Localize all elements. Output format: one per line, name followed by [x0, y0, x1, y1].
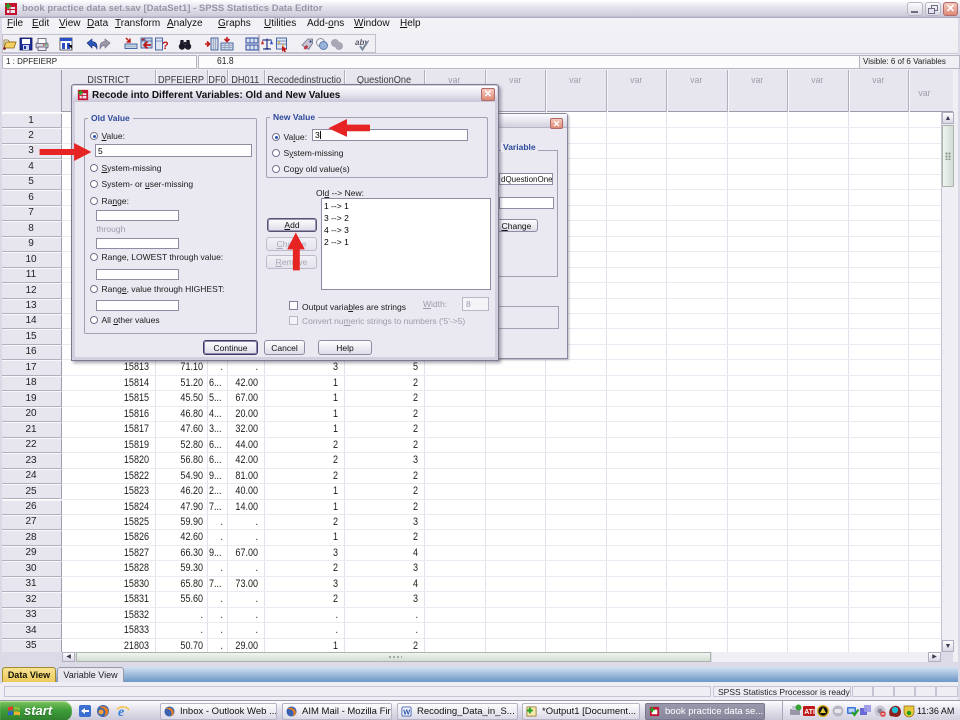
- svg-text:?: ?: [162, 40, 169, 52]
- svg-text:ATI: ATI: [804, 709, 815, 716]
- svg-text:W: W: [403, 707, 410, 716]
